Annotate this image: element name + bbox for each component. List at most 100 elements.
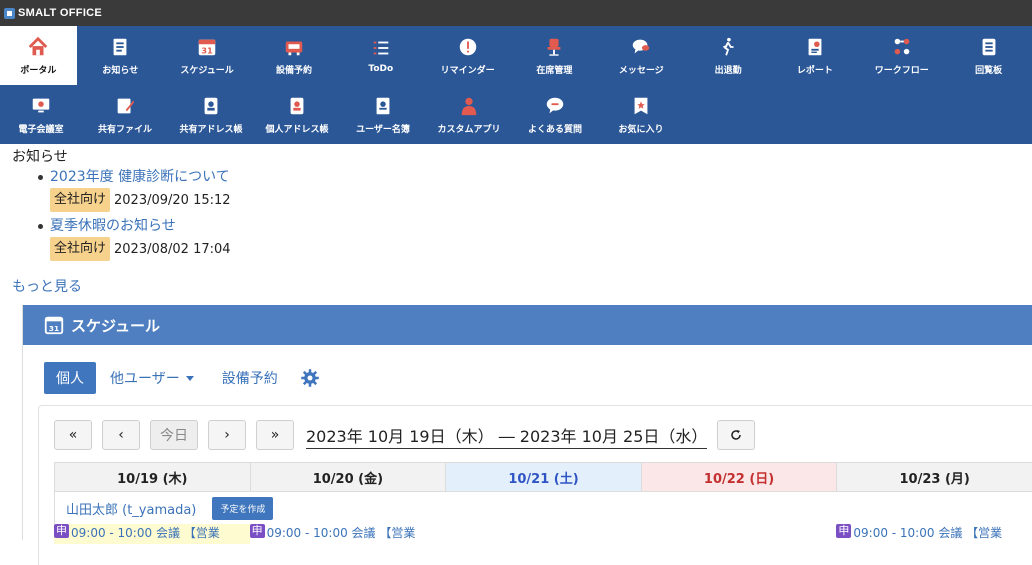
app-title: SMALT OFFICE	[18, 7, 103, 19]
nav-item-portal[interactable]: ポータル	[0, 26, 77, 85]
schedule-header: 31 スケジュール	[23, 305, 1032, 345]
calendar-icon: 31	[44, 316, 64, 335]
nav-item-personal-address[interactable]: 個人アドレス帳	[254, 85, 340, 144]
next-week-button[interactable]: ›	[208, 420, 246, 450]
news-section: お知らせ 2023年度 健康診断について 全社向け 2023/09/20 15:…	[0, 144, 1032, 297]
nav-row-2: 電子会議室 共有ファイル 共有アドレス帳 個人アドレス帳 ユーザー名簿 カスタム…	[0, 85, 1032, 144]
news-title: お知らせ	[12, 149, 68, 165]
request-tag: 申	[836, 524, 852, 538]
nav-item-message[interactable]: メッセージ	[598, 26, 685, 85]
circular-icon	[982, 38, 995, 55]
user-list-icon	[376, 97, 390, 114]
nav-item-todo[interactable]: ToDo	[337, 26, 424, 85]
tab-other-users[interactable]: 他ユーザー	[110, 368, 194, 388]
nav-item-custom-app[interactable]: カスタムアプリ	[426, 85, 512, 144]
schedule-toolbar: « ‹ 今日 › » 2023年 10月 19日（木） ― 2023年 10月 …	[39, 406, 1032, 450]
home-icon	[29, 36, 48, 55]
svg-text:31: 31	[201, 45, 213, 55]
audience-badge: 全社向け	[50, 237, 111, 261]
tab-other-users-label: 他ユーザー	[110, 370, 180, 387]
news-list: 2023年度 健康診断について 全社向け 2023/09/20 15:12 夏季…	[38, 167, 1032, 261]
news-item-link[interactable]: 2023年度 健康診断について	[50, 169, 230, 185]
day-header-sunday: 10/22 (日)	[640, 462, 837, 492]
nav-item-user-list[interactable]: ユーザー名簿	[340, 85, 426, 144]
reminder-icon	[459, 38, 476, 55]
more-news-link[interactable]: もっと見る	[12, 277, 82, 297]
chair-icon	[548, 38, 561, 56]
news-item-link[interactable]: 夏季休暇のお知らせ	[50, 218, 176, 234]
gear-icon[interactable]	[300, 368, 320, 388]
walk-icon	[723, 37, 734, 56]
nav-item-schedule[interactable]: 31 スケジュール	[164, 26, 251, 85]
event-empty	[445, 524, 641, 544]
favorite-icon	[634, 97, 648, 114]
nav-item-favorite[interactable]: お気に入り	[598, 85, 684, 144]
news-date: 2023/08/02 17:04	[114, 241, 231, 257]
news-item-meta: 全社向け 2023/08/02 17:04	[50, 237, 1032, 261]
event-text: 09:00 - 10:00 会議 【営業	[71, 526, 220, 540]
nav-item-notice[interactable]: お知らせ	[77, 26, 164, 85]
chevron-down-icon	[185, 376, 194, 381]
workflow-icon	[894, 38, 910, 54]
news-item-meta: 全社向け 2023/09/20 15:12	[50, 188, 1032, 212]
day-headers: 10/19 (木) 10/20 (金) 10/21 (土) 10/22 (日) …	[54, 462, 1032, 492]
today-button[interactable]: 今日	[150, 420, 198, 450]
event-empty	[641, 524, 837, 544]
user-row: 山田太郎 (t_yamada) 予定を作成	[54, 492, 1032, 524]
nav-item-circular[interactable]: 回覧板	[945, 26, 1032, 85]
app-logo-icon	[4, 7, 15, 19]
nav-item-attendance[interactable]: 出退勤	[685, 26, 772, 85]
shared-file-icon	[117, 98, 135, 113]
personal-address-icon	[290, 97, 304, 114]
day-header: 10/23 (月)	[836, 462, 1032, 492]
tab-personal[interactable]: 個人	[44, 361, 96, 394]
event-text: 09:00 - 10:00 会議 【営業	[266, 526, 416, 540]
nav-item-shared-file[interactable]: 共有ファイル	[82, 85, 168, 144]
tab-facility[interactable]: 設備予約	[222, 368, 278, 388]
nav-item-shared-address[interactable]: 共有アドレス帳	[168, 85, 254, 144]
nav-item-workflow[interactable]: ワークフロー	[858, 26, 945, 85]
nav-item-faq[interactable]: よくある質問	[512, 85, 598, 144]
day-header-saturday: 10/21 (土)	[445, 462, 641, 492]
date-range[interactable]: 2023年 10月 19日（木） ― 2023年 10月 25日（水）	[306, 421, 708, 449]
nav-item-facility[interactable]: 設備予約	[251, 26, 338, 85]
notice-icon	[113, 38, 127, 55]
event-item[interactable]: 申 09:00 - 10:00 会議 【営業	[836, 524, 1032, 544]
last-week-button[interactable]: »	[256, 420, 294, 450]
schedule-tabs: 個人 他ユーザー 設備予約	[23, 345, 1032, 395]
shared-address-icon	[204, 97, 218, 114]
refresh-button[interactable]	[717, 420, 756, 450]
nav-item-report[interactable]: レポート	[772, 26, 859, 85]
user-name-link[interactable]: 山田太郎 (t_yamada)	[66, 499, 196, 518]
nav-item-reminder[interactable]: リマインダー	[424, 26, 511, 85]
day-header: 10/19 (木)	[54, 462, 250, 492]
nav-item-conference[interactable]: 電子会議室	[0, 85, 82, 144]
facility-icon	[285, 41, 303, 55]
custom-app-icon	[461, 97, 477, 115]
refresh-icon	[731, 430, 742, 440]
news-item: 夏季休暇のお知らせ 全社向け 2023/08/02 17:04	[38, 216, 1032, 261]
news-item: 2023年度 健康診断について 全社向け 2023/09/20 15:12	[38, 167, 1032, 212]
event-item[interactable]: 申 09:00 - 10:00 会議 【営業	[249, 524, 446, 544]
day-header: 10/20 (金)	[249, 462, 446, 492]
news-date: 2023/09/20 15:12	[114, 192, 231, 208]
first-week-button[interactable]: «	[54, 420, 92, 450]
nav-row-1: ポータル お知らせ 31 スケジュール 設備予約 ToDo リマインダー 在席管…	[0, 26, 1032, 85]
audience-badge: 全社向け	[50, 188, 111, 212]
schedule-body: « ‹ 今日 › » 2023年 10月 19日（木） ― 2023年 10月 …	[38, 405, 1032, 565]
prev-week-button[interactable]: ‹	[102, 420, 140, 450]
monitor-icon	[32, 98, 50, 112]
message-icon	[633, 39, 650, 53]
nav-item-presence[interactable]: 在席管理	[511, 26, 598, 85]
schedule-title: スケジュール	[71, 316, 160, 335]
calendar-icon: 31	[198, 39, 216, 55]
event-text: 09:00 - 10:00 会議 【営業	[853, 526, 1003, 540]
faq-icon	[546, 97, 564, 113]
todo-icon	[373, 41, 389, 55]
report-icon	[808, 38, 822, 55]
create-schedule-button[interactable]: 予定を作成	[212, 496, 274, 520]
schedule-panel: 31 スケジュール 個人 他ユーザー 設備予約 « ‹ 今日 › » 2023年…	[22, 305, 1032, 565]
request-tag: 申	[54, 524, 69, 538]
request-tag: 申	[249, 524, 265, 538]
event-item[interactable]: 申 09:00 - 10:00 会議 【営業	[54, 524, 250, 544]
